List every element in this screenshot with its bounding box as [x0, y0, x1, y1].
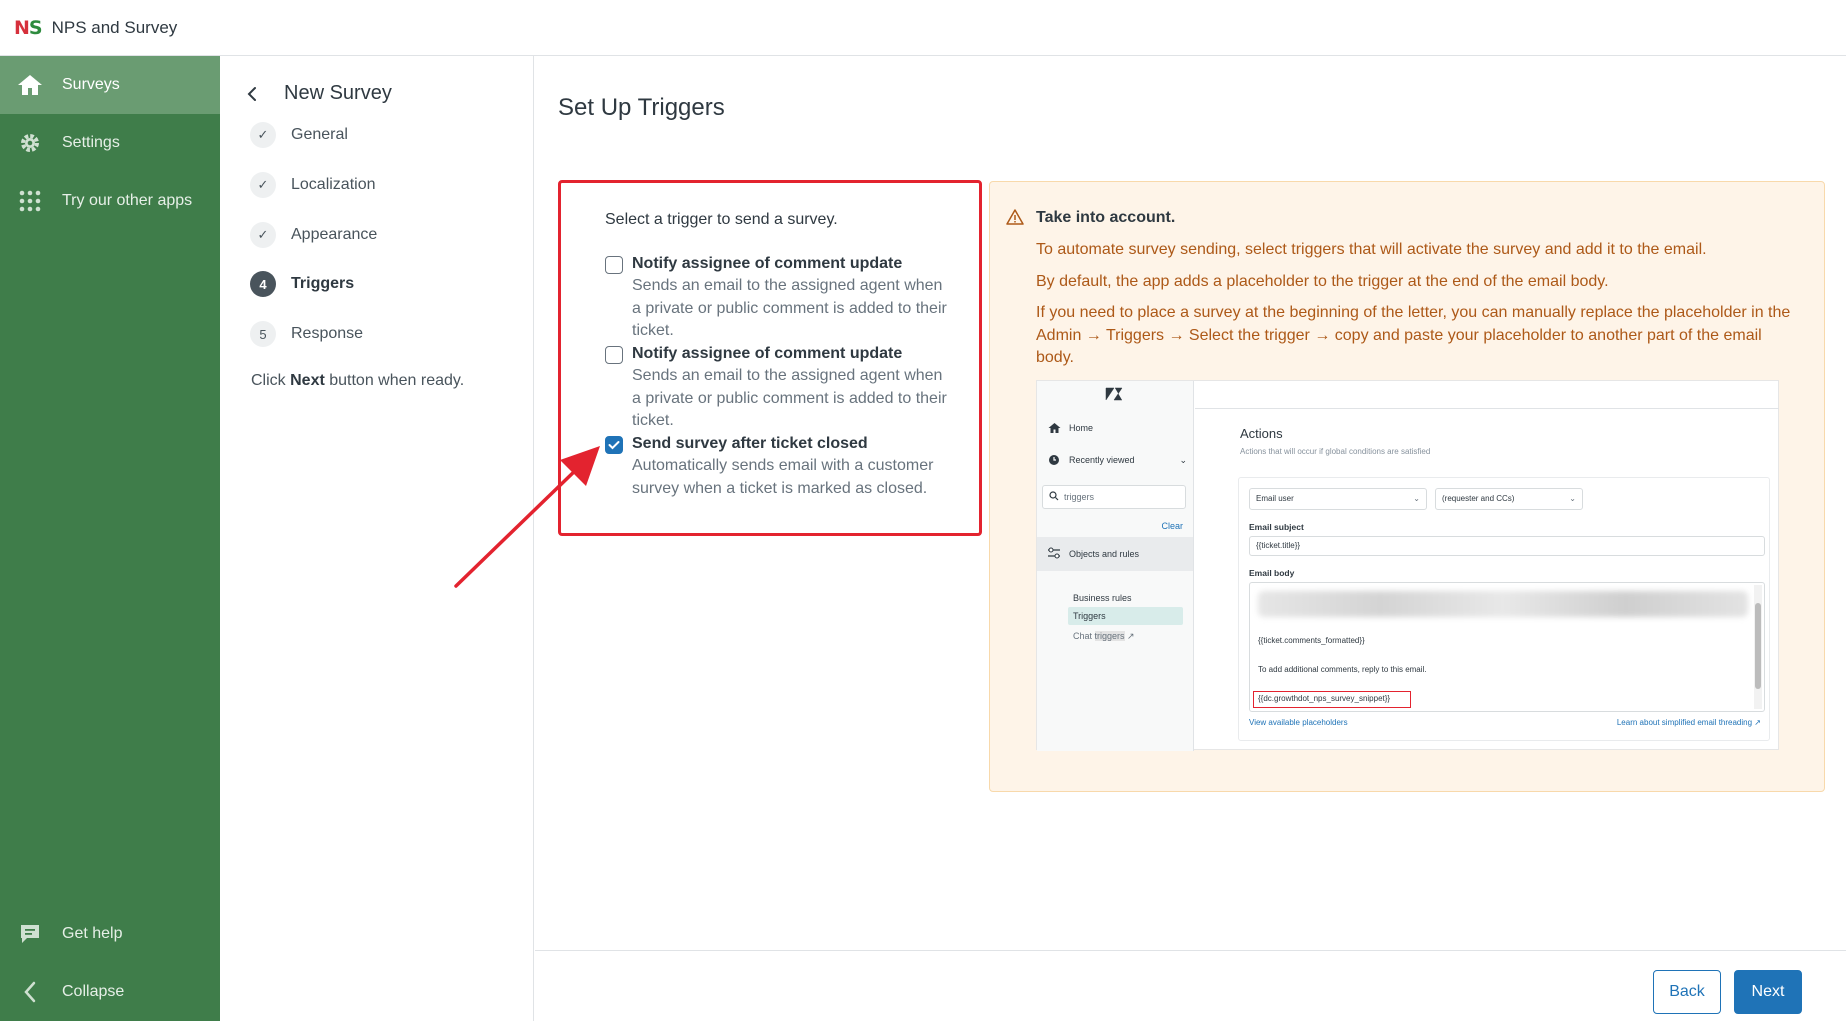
steps-title: New Survey	[284, 82, 392, 104]
screenshot-actions-panel: Email user ⌄ (requester and CCs) ⌄ Email s…	[1238, 477, 1770, 741]
home-icon	[16, 71, 44, 99]
info-heading: Take into account.	[1036, 209, 1176, 226]
blurred-text	[1258, 591, 1748, 617]
sliders-icon	[1047, 547, 1061, 561]
main-content: Set Up Triggers Select a trigger to send…	[535, 56, 1846, 1021]
screenshot-recent: Recently viewed ⌄	[1047, 453, 1187, 467]
clock-icon	[1047, 453, 1061, 467]
sidebar-item-get-help[interactable]: Get help	[0, 905, 220, 963]
step-appearance[interactable]: ✓ Appearance	[250, 222, 377, 248]
chevron-down-icon: ⌄	[1179, 454, 1187, 465]
screenshot-business-rules: Business rules	[1073, 593, 1132, 603]
screenshot-clear: Clear	[1161, 521, 1183, 531]
screenshot-snippet-highlight: {{dc.growthdot_nps_survey_snippet}}	[1253, 691, 1411, 708]
search-icon	[1049, 491, 1059, 503]
app-logo: NS	[14, 16, 43, 39]
sidebar-item-label: Get help	[62, 925, 123, 942]
sidebar-item-label: Settings	[62, 134, 120, 151]
screenshot-main: Actions Actions that will occur if globa…	[1195, 381, 1779, 751]
screenshot-subject-input: {{ticket.title}}	[1249, 536, 1765, 556]
trigger-title: Send survey after ticket closed	[632, 435, 868, 452]
warning-icon	[1006, 208, 1024, 226]
footer-bar: Back Next	[535, 950, 1846, 1021]
screenshot-home: Home	[1047, 421, 1093, 435]
external-link-icon: ↗	[1127, 631, 1135, 641]
chevron-left-icon	[16, 978, 44, 1006]
screenshot-triggers: Triggers	[1068, 607, 1183, 625]
steps-header: New Survey	[246, 82, 392, 105]
step-response[interactable]: 5 Response	[250, 321, 363, 347]
step-label: Localization	[291, 176, 376, 193]
trigger-checkbox-checked[interactable]	[605, 436, 623, 454]
sidebar-item-collapse[interactable]: Collapse	[0, 963, 220, 1021]
step-localization[interactable]: ✓ Localization	[250, 172, 376, 198]
app-title: NPS and Survey	[51, 17, 178, 37]
info-paragraph: If you need to place a survey at the beg…	[1036, 304, 1791, 366]
back-button[interactable]: Back	[1653, 970, 1721, 1014]
sidebar-item-other-apps[interactable]: Try our other apps	[0, 172, 220, 230]
trigger-checkbox[interactable]	[605, 256, 623, 274]
check-icon: ✓	[250, 172, 276, 198]
back-chevron-icon[interactable]	[246, 85, 264, 103]
step-label: Appearance	[291, 226, 378, 243]
check-icon: ✓	[250, 122, 276, 148]
trigger-description: Sends an email to the assigned agent whe…	[632, 367, 947, 429]
trigger-option[interactable]: Send survey after ticket closed Automati…	[605, 433, 955, 500]
screenshot-select-requester: (requester and CCs) ⌄	[1435, 488, 1583, 510]
screenshot-actions-subtitle: Actions that will occur if global condit…	[1240, 447, 1431, 456]
check-icon	[608, 441, 620, 450]
step-number: 5	[250, 321, 276, 347]
screenshot-scrollbar	[1754, 585, 1762, 709]
screenshot-chat-triggers: Chat triggers ↗	[1073, 631, 1135, 641]
wizard-steps: New Survey ✓ General ✓ Localization ✓ Ap…	[220, 56, 534, 1021]
screenshot-objects-rules: Objects and rules	[1037, 537, 1193, 571]
example-screenshot: Home Recently viewed ⌄ triggers Clear Ob…	[1036, 380, 1779, 751]
step-label: Triggers	[291, 275, 355, 292]
screenshot-search: triggers	[1042, 485, 1186, 509]
trigger-description: Sends an email to the assigned agent whe…	[632, 277, 947, 339]
step-number: 4	[250, 271, 276, 297]
sidebar-item-label: Collapse	[62, 983, 125, 1000]
trigger-option[interactable]: Notify assignee of comment update Sends …	[605, 343, 955, 433]
trigger-description: Automatically sends email with a custome…	[632, 457, 934, 497]
page-title: Set Up Triggers	[558, 94, 725, 121]
trigger-title: Notify assignee of comment update	[632, 255, 903, 272]
trigger-title: Notify assignee of comment update	[632, 345, 903, 362]
grid-icon	[16, 187, 44, 215]
step-triggers[interactable]: 4 Triggers	[250, 271, 354, 297]
home-icon	[1047, 421, 1061, 435]
screenshot-body-label: Email body	[1249, 568, 1295, 578]
step-label: Response	[291, 325, 364, 342]
trigger-checkbox[interactable]	[605, 346, 623, 364]
info-notice: Take into account. To automate survey se…	[989, 181, 1825, 792]
screenshot-subject-label: Email subject	[1249, 522, 1304, 532]
sidebar-bottom: Get help Collapse	[0, 905, 220, 1021]
sidebar-item-label: Surveys	[62, 76, 120, 93]
sidebar-item-settings[interactable]: Settings	[0, 114, 220, 172]
screenshot-select-email-user: Email user ⌄	[1249, 488, 1427, 510]
next-button[interactable]: Next	[1734, 970, 1802, 1014]
trigger-heading: Select a trigger to send a survey.	[605, 211, 838, 228]
screenshot-actions-title: Actions	[1240, 426, 1283, 441]
trigger-option[interactable]: Notify assignee of comment update Sends …	[605, 253, 955, 343]
step-general[interactable]: ✓ General	[250, 122, 348, 148]
screenshot-link-placeholders: View available placeholders	[1249, 718, 1348, 727]
trigger-selection-box: Select a trigger to send a survey. Notif…	[558, 180, 982, 536]
check-icon: ✓	[250, 222, 276, 248]
sidebar: Surveys Settings Try our other apps Get …	[0, 56, 220, 1021]
chat-icon	[16, 920, 44, 948]
info-paragraph: By default, the app adds a placeholder t…	[1036, 273, 1609, 290]
sidebar-item-surveys[interactable]: Surveys	[0, 56, 220, 114]
screenshot-link-threading: Learn about simplified email threading ↗	[1616, 718, 1761, 727]
sidebar-item-label: Try our other apps	[62, 192, 193, 209]
step-label: General	[291, 126, 348, 143]
screenshot-sidebar: Home Recently viewed ⌄ triggers Clear Ob…	[1037, 381, 1194, 751]
top-bar: NS NPS and Survey	[0, 0, 1846, 56]
gear-icon	[16, 129, 44, 157]
info-paragraph: To automate survey sending, select trigg…	[1036, 241, 1707, 258]
screenshot-body-input: {{ticket.comments_formatted}} To add add…	[1249, 582, 1765, 712]
zendesk-logo-icon	[1105, 387, 1123, 403]
steps-hint: Click Next button when ready.	[251, 372, 465, 389]
